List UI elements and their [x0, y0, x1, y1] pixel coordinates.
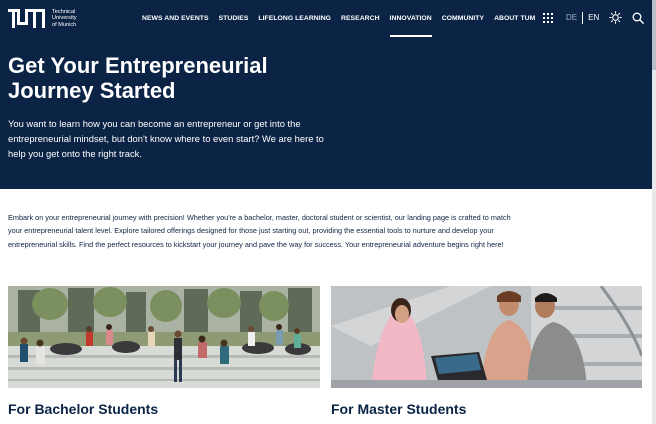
- lang-divider: [582, 11, 584, 24]
- intro-paragraph: Embark on your entrepreneurial journey w…: [8, 213, 511, 249]
- nav-studies[interactable]: STUDIES: [219, 15, 249, 24]
- card-title-master[interactable]: For Master Students: [331, 401, 466, 417]
- nav-community[interactable]: COMMUNITY: [442, 15, 484, 24]
- nav-about-tum[interactable]: ABOUT TUM: [494, 15, 535, 24]
- search-icon[interactable]: [632, 12, 645, 24]
- lang-de-link[interactable]: DE: [566, 13, 577, 22]
- nav-news-and-events[interactable]: NEWS AND EVENTS: [142, 15, 209, 24]
- nav-innovation[interactable]: INNOVATION: [389, 15, 432, 37]
- master-students-image[interactable]: [331, 286, 642, 388]
- card-title-bachelor[interactable]: For Bachelor Students: [8, 401, 158, 417]
- header-tools: DE EN: [543, 11, 645, 24]
- tum-logo[interactable]: Technical University of Munich: [8, 9, 77, 29]
- apps-grid-icon[interactable]: [543, 12, 553, 23]
- sun-icon[interactable]: [609, 11, 623, 24]
- bachelor-students-image[interactable]: [8, 286, 320, 388]
- nav-lifelong-learning[interactable]: LIFELONG LEARNING: [258, 15, 331, 24]
- page-title-line: Journey Started: [8, 78, 176, 103]
- nav-research[interactable]: RESEARCH: [341, 15, 380, 24]
- logo-line: University: [52, 15, 77, 22]
- language-switch: DE EN: [566, 11, 599, 24]
- page-title-line: Get Your Entrepreneurial: [8, 53, 268, 78]
- tum-logo-mark: [8, 9, 45, 29]
- logo-line: of Munich: [52, 21, 77, 28]
- lang-en-link[interactable]: EN: [588, 13, 599, 22]
- students-laptop-photo-illustration: [331, 286, 642, 388]
- page-title: Get Your Entrepreneurial Journey Started: [8, 53, 308, 103]
- campus-photo-illustration: [8, 286, 320, 388]
- hero-description: You want to learn how you can become an …: [8, 118, 324, 159]
- scrollbar-thumb[interactable]: [652, 0, 656, 70]
- page-scrollbar[interactable]: [652, 0, 656, 424]
- main-navigation: NEWS AND EVENTS STUDIES LIFELONG LEARNIN…: [142, 15, 545, 37]
- logo-wordmark: Technical University of Munich: [52, 9, 77, 28]
